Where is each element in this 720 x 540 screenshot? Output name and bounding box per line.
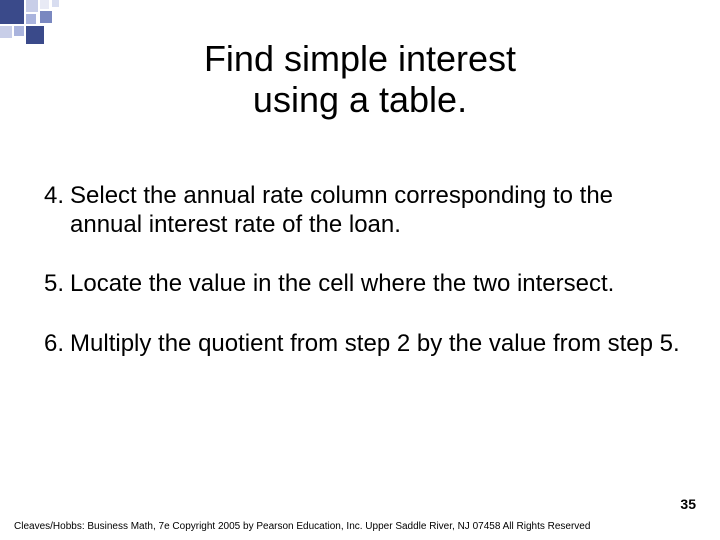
corner-decoration — [0, 0, 120, 40]
decoration-square — [26, 26, 44, 44]
list-item: 6. Multiply the quotient from step 2 by … — [44, 329, 680, 358]
decoration-square — [0, 26, 12, 38]
list-item: 4. Select the annual rate column corresp… — [44, 181, 680, 240]
decoration-square — [26, 0, 38, 12]
list-item: 5. Locate the value in the cell where th… — [44, 269, 680, 298]
decoration-square — [40, 0, 49, 9]
title-line-2: using a table. — [0, 79, 720, 120]
decoration-square — [26, 14, 36, 24]
slide-content: 4. Select the annual rate column corresp… — [0, 121, 720, 358]
decoration-square — [14, 26, 24, 36]
decoration-square — [52, 0, 59, 7]
item-number: 6. — [44, 329, 64, 358]
item-number: 5. — [44, 269, 64, 298]
item-number: 4. — [44, 181, 64, 240]
item-text: Locate the value in the cell where the t… — [64, 269, 614, 298]
item-text: Select the annual rate column correspond… — [64, 181, 680, 240]
page-number: 35 — [680, 496, 696, 512]
item-text: Multiply the quotient from step 2 by the… — [64, 329, 680, 358]
decoration-square — [40, 11, 52, 23]
decoration-square — [0, 0, 24, 24]
footer-copyright: Cleaves/Hobbs: Business Math, 7e Copyrig… — [14, 521, 590, 532]
title-line-1: Find simple interest — [0, 38, 720, 79]
